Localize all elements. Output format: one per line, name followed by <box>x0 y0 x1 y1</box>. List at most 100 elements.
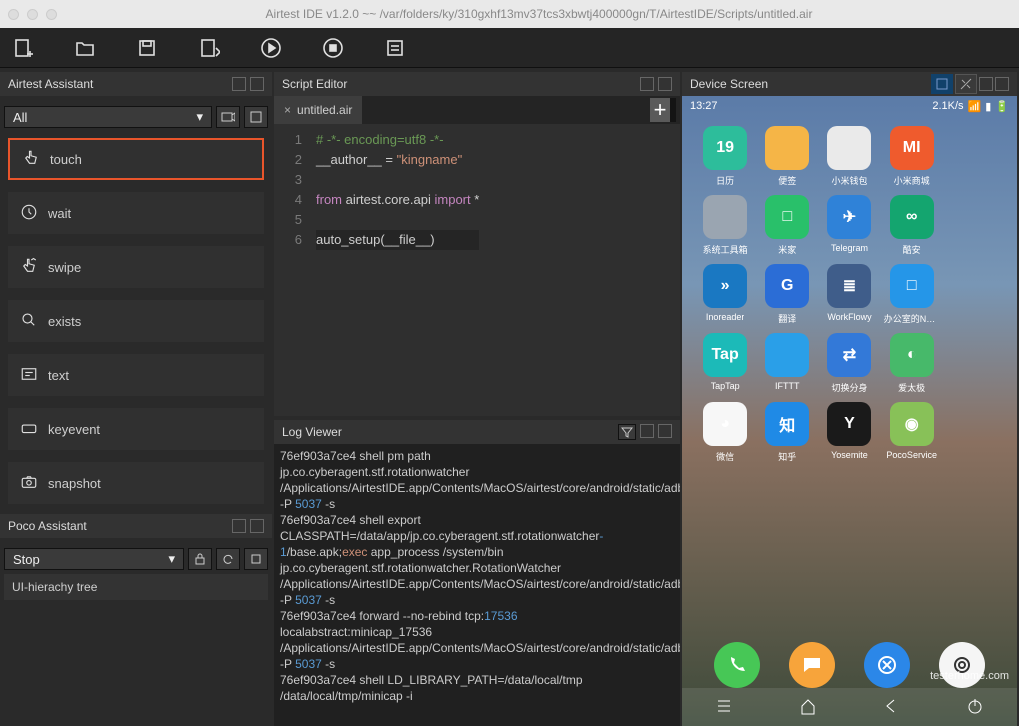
app-label: WorkFlowy <box>827 312 871 322</box>
app-微信[interactable]: ◕ 微信 <box>699 402 751 463</box>
cmd-keyevent[interactable]: keyevent <box>8 408 264 450</box>
device-panel-header: Device Screen <box>682 72 1017 96</box>
device-tools-icon[interactable] <box>955 74 977 94</box>
zoom-dot[interactable] <box>46 9 57 20</box>
cmd-label: touch <box>50 152 82 167</box>
panel-undock-icon[interactable] <box>979 77 993 91</box>
play-icon[interactable] <box>260 37 282 59</box>
code-editor[interactable]: 123456 # -*- encoding=utf8 -*-__author__… <box>274 124 680 416</box>
device-time: 13:27 <box>690 100 718 112</box>
menu-nav-icon[interactable] <box>714 696 734 719</box>
app-爱太极[interactable]: ◐ 爱太极 <box>886 333 938 394</box>
lock-icon[interactable] <box>188 548 212 570</box>
panel-undock-icon[interactable] <box>232 77 246 91</box>
app-办公室的NEC投影仪[interactable]: □ 办公室的NEC投影仪 <box>886 264 938 325</box>
app-label: 小米商城 <box>894 174 930 187</box>
device-panel-title: Device Screen <box>690 77 768 91</box>
app-知乎[interactable]: 知 知乎 <box>761 402 813 463</box>
app-label: 日历 <box>716 174 734 187</box>
app-Yosemite[interactable]: Y Yosemite <box>823 402 875 463</box>
export-icon[interactable] <box>198 37 220 59</box>
close-tab-icon[interactable]: × <box>284 103 291 117</box>
app-WorkFlowy[interactable]: ≣ WorkFlowy <box>823 264 875 325</box>
app-米家[interactable]: □ 米家 <box>761 195 813 256</box>
cmd-wait[interactable]: wait <box>8 192 264 234</box>
phone-app-icon[interactable] <box>714 642 760 688</box>
text-icon <box>20 365 38 386</box>
panel-undock-icon[interactable] <box>640 77 654 91</box>
app-切换分身[interactable]: ⇄ 切换分身 <box>823 333 875 394</box>
app-小米钱包[interactable]: 小米钱包 <box>823 126 875 187</box>
device-screen[interactable]: 13:27 2.1K/s 📶 ▮ 🔋 19 日历 便签 小米钱包 MI 小米商城… <box>682 96 1017 726</box>
panel-close-icon[interactable] <box>658 77 672 91</box>
cmd-swipe[interactable]: swipe <box>8 246 264 288</box>
open-folder-icon[interactable] <box>74 37 96 59</box>
app-系统工具箱[interactable]: 系统工具箱 <box>699 195 751 256</box>
cmd-label: swipe <box>48 260 81 275</box>
add-tab-button[interactable]: + <box>650 98 676 122</box>
cmd-touch[interactable]: touch <box>8 138 264 180</box>
panel-close-icon[interactable] <box>250 519 264 533</box>
cmd-label: text <box>48 368 69 383</box>
swipe-icon <box>20 257 38 278</box>
browser-app-icon[interactable] <box>864 642 910 688</box>
app-label: PocoService <box>886 450 937 460</box>
assistant-panel-title: Airtest Assistant <box>8 77 93 91</box>
messages-app-icon[interactable] <box>789 642 835 688</box>
script-panel-header: Script Editor <box>274 72 680 96</box>
record-icon[interactable] <box>216 106 240 128</box>
app-Inoreader[interactable]: » Inoreader <box>699 264 751 325</box>
app-酷安[interactable]: ∞ 酷安 <box>886 195 938 256</box>
app-label: 切换分身 <box>831 381 867 394</box>
assistant-filter-dropdown[interactable]: All ▾ <box>4 106 212 128</box>
poco-mode-dropdown[interactable]: Stop ▾ <box>4 548 184 570</box>
poco-tree-root[interactable]: UI-hierachy tree <box>4 574 268 600</box>
app-TapTap[interactable]: Tap TapTap <box>699 333 751 394</box>
assistant-filter-value: All <box>13 110 27 125</box>
filter-log-icon[interactable] <box>618 424 636 440</box>
refresh-icon[interactable] <box>216 548 240 570</box>
power-nav-icon[interactable] <box>965 696 985 719</box>
app-label: 翻译 <box>778 312 796 325</box>
tab-label: untitled.air <box>297 103 352 117</box>
wifi-icon: 📶 <box>968 100 982 113</box>
panel-undock-icon[interactable] <box>232 519 246 533</box>
wait-icon <box>20 203 38 224</box>
inspect-icon[interactable] <box>244 548 268 570</box>
save-icon[interactable] <box>136 37 158 59</box>
app-PocoService[interactable]: ◉ PocoService <box>886 402 938 463</box>
capture-icon[interactable] <box>244 106 268 128</box>
cmd-snapshot[interactable]: snapshot <box>8 462 264 504</box>
poco-panel-title: Poco Assistant <box>8 519 87 533</box>
app-Telegram[interactable]: ✈ Telegram <box>823 195 875 256</box>
minimize-dot[interactable] <box>27 9 38 20</box>
app-label: 系统工具箱 <box>703 243 748 256</box>
app-日历[interactable]: 19 日历 <box>699 126 751 187</box>
panel-close-icon[interactable] <box>995 77 1009 91</box>
log-output[interactable]: 76ef903a7ce4 shell pm pathjp.co.cyberage… <box>274 444 680 726</box>
app-翻译[interactable]: G 翻译 <box>761 264 813 325</box>
close-dot[interactable] <box>8 9 19 20</box>
cmd-exists[interactable]: exists <box>8 300 264 342</box>
cmd-text[interactable]: text <box>8 354 264 396</box>
app-便签[interactable]: 便签 <box>761 126 813 187</box>
log-icon[interactable] <box>384 37 406 59</box>
home-nav-icon[interactable] <box>798 696 818 719</box>
panel-undock-icon[interactable] <box>640 424 654 438</box>
editor-tab[interactable]: × untitled.air <box>274 96 362 124</box>
cmd-label: snapshot <box>48 476 101 491</box>
chevron-down-icon: ▾ <box>196 109 203 125</box>
panel-close-icon[interactable] <box>250 77 264 91</box>
stop-icon[interactable] <box>322 37 344 59</box>
app-label: 微信 <box>716 450 734 463</box>
back-nav-icon[interactable] <box>881 696 901 719</box>
app-小米商城[interactable]: MI 小米商城 <box>886 126 938 187</box>
chevron-down-icon: ▾ <box>168 551 175 567</box>
new-file-icon[interactable] <box>12 37 34 59</box>
app-label: 小米钱包 <box>831 174 867 187</box>
panel-close-icon[interactable] <box>658 424 672 438</box>
app-label: 便签 <box>778 174 796 187</box>
app-label: 办公室的NEC投影仪 <box>884 312 940 325</box>
app-IFTTT[interactable]: IFTTT <box>761 333 813 394</box>
device-connect-icon[interactable] <box>931 74 953 94</box>
